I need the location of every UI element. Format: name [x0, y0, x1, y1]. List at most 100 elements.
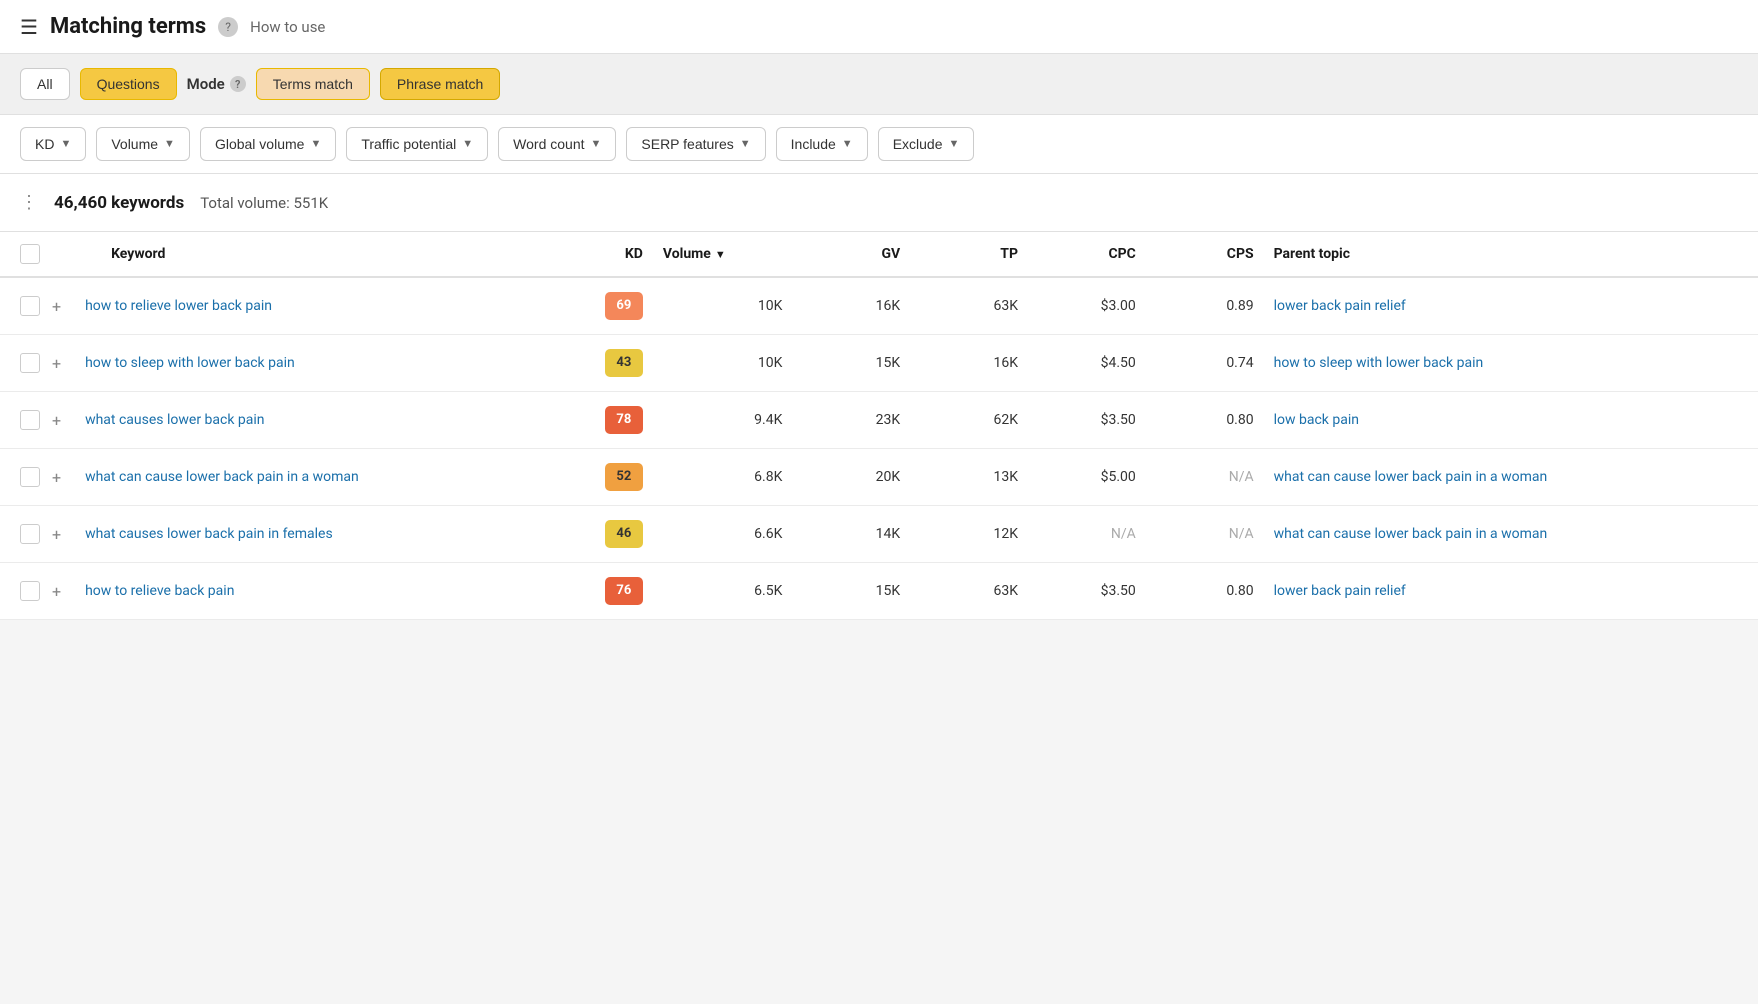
parent-topic-link-0[interactable]: lower back pain relief — [1274, 298, 1406, 314]
cpc-cell-2: $3.50 — [1028, 392, 1146, 449]
mode-label: Mode ? — [187, 75, 246, 93]
parent-topic-link-3[interactable]: what can cause lower back pain in a woma… — [1274, 469, 1548, 485]
add-keyword-button-2[interactable]: + — [48, 409, 65, 432]
questions-filter-button[interactable]: Questions — [80, 68, 177, 100]
header-help-icon[interactable]: ? — [218, 17, 238, 37]
parent-topic-link-5[interactable]: lower back pain relief — [1274, 583, 1406, 599]
volume-cell-1: 10K — [653, 335, 792, 392]
cpc-cell-3: $5.00 — [1028, 449, 1146, 506]
kd-badge-0: 69 — [605, 292, 643, 320]
all-filter-button[interactable]: All — [20, 68, 70, 100]
serp-features-dropdown[interactable]: SERP features ▼ — [626, 127, 765, 161]
tp-cell-4: 12K — [910, 506, 1028, 563]
cpc-cell-1: $4.50 — [1028, 335, 1146, 392]
parent-topic-link-4[interactable]: what can cause lower back pain in a woma… — [1274, 526, 1548, 542]
cpc-cell-0: $3.00 — [1028, 277, 1146, 335]
cps-column-header[interactable]: CPS — [1146, 232, 1264, 277]
global-volume-dropdown[interactable]: Global volume ▼ — [200, 127, 336, 161]
header-bar: ☰ Matching terms ? How to use — [0, 0, 1758, 54]
summary-bar: ⋮ 46,460 keywords Total volume: 551K — [0, 174, 1758, 232]
kd-badge-3: 52 — [605, 463, 643, 491]
row-checkbox-1[interactable] — [20, 353, 40, 373]
kd-badge-4: 46 — [605, 520, 643, 548]
page-title: Matching terms — [50, 14, 206, 39]
word-count-arrow: ▼ — [591, 138, 602, 150]
parent-topic-link-1[interactable]: how to sleep with lower back pain — [1274, 355, 1484, 371]
kd-dropdown[interactable]: KD ▼ — [20, 127, 86, 161]
volume-cell-2: 9.4K — [653, 392, 792, 449]
word-count-dropdown[interactable]: Word count ▼ — [498, 127, 616, 161]
serp-features-arrow: ▼ — [740, 138, 751, 150]
keyword-link-0[interactable]: how to relieve lower back pain — [85, 298, 272, 314]
row-checkbox-3[interactable] — [20, 467, 40, 487]
global-volume-dropdown-arrow: ▼ — [310, 138, 321, 150]
keyword-count: 46,460 keywords — [54, 193, 184, 213]
keyword-link-2[interactable]: what causes lower back pain — [85, 412, 264, 428]
sort-rows-icon[interactable]: ⋮ — [20, 192, 38, 213]
mode-help-icon[interactable]: ? — [230, 76, 246, 92]
volume-dropdown-arrow: ▼ — [164, 138, 175, 150]
parent-topic-column-header[interactable]: Parent topic — [1264, 232, 1758, 277]
row-checkbox-4[interactable] — [20, 524, 40, 544]
gv-cell-3: 20K — [792, 449, 910, 506]
cps-cell-3: N/A — [1146, 449, 1264, 506]
tp-column-header[interactable]: TP — [910, 232, 1028, 277]
keyword-link-4[interactable]: what causes lower back pain in females — [85, 526, 333, 542]
table-row: + how to sleep with lower back pain 43 10K… — [0, 335, 1758, 392]
how-to-use-link[interactable]: How to use — [250, 18, 325, 36]
gv-column-header[interactable]: GV — [792, 232, 910, 277]
table-row: + what causes lower back pain in females… — [0, 506, 1758, 563]
exclude-dropdown[interactable]: Exclude ▼ — [878, 127, 975, 161]
tp-cell-1: 16K — [910, 335, 1028, 392]
keyword-table-container: Keyword KD Volume ▼ GV TP CPC CPS Parent… — [0, 232, 1758, 620]
dropdown-bar: KD ▼ Volume ▼ Global volume ▼ Traffic po… — [0, 115, 1758, 174]
cpc-cell-4: N/A — [1028, 506, 1146, 563]
add-keyword-button-3[interactable]: + — [48, 466, 65, 489]
add-keyword-button-5[interactable]: + — [48, 580, 65, 603]
row-checkbox-5[interactable] — [20, 581, 40, 601]
cpc-column-header[interactable]: CPC — [1028, 232, 1146, 277]
phrase-match-button[interactable]: Phrase match — [380, 68, 500, 100]
volume-cell-5: 6.5K — [653, 563, 792, 620]
cps-cell-2: 0.80 — [1146, 392, 1264, 449]
row-checkbox-0[interactable] — [20, 296, 40, 316]
keyword-table: Keyword KD Volume ▼ GV TP CPC CPS Parent… — [0, 232, 1758, 620]
add-keyword-button-4[interactable]: + — [48, 523, 65, 546]
traffic-potential-dropdown[interactable]: Traffic potential ▼ — [346, 127, 488, 161]
row-checkbox-2[interactable] — [20, 410, 40, 430]
volume-cell-0: 10K — [653, 277, 792, 335]
kd-badge-1: 43 — [605, 349, 643, 377]
terms-match-button[interactable]: Terms match — [256, 68, 370, 100]
keyword-column-header: Keyword — [75, 232, 535, 277]
volume-cell-3: 6.8K — [653, 449, 792, 506]
kd-badge-5: 76 — [605, 577, 643, 605]
select-all-checkbox[interactable] — [20, 244, 40, 264]
tp-cell-3: 13K — [910, 449, 1028, 506]
cps-cell-5: 0.80 — [1146, 563, 1264, 620]
include-dropdown[interactable]: Include ▼ — [776, 127, 868, 161]
add-keyword-button-0[interactable]: + — [48, 295, 65, 318]
kd-dropdown-arrow: ▼ — [60, 138, 71, 150]
cps-cell-4: N/A — [1146, 506, 1264, 563]
keyword-link-3[interactable]: what can cause lower back pain in a woma… — [85, 469, 359, 485]
keyword-link-1[interactable]: how to sleep with lower back pain — [85, 355, 295, 371]
table-row: + what can cause lower back pain in a wo… — [0, 449, 1758, 506]
volume-dropdown[interactable]: Volume ▼ — [96, 127, 190, 161]
table-row: + how to relieve lower back pain6910K16K… — [0, 277, 1758, 335]
kd-column-header[interactable]: KD — [535, 232, 653, 277]
hamburger-icon[interactable]: ☰ — [20, 15, 38, 39]
add-keyword-button-1[interactable]: + — [48, 352, 65, 375]
keyword-link-5[interactable]: how to relieve back pain — [85, 583, 234, 599]
volume-column-header[interactable]: Volume ▼ — [653, 232, 792, 277]
table-header-row: Keyword KD Volume ▼ GV TP CPC CPS Parent… — [0, 232, 1758, 277]
total-volume: Total volume: 551K — [200, 194, 328, 212]
checkbox-header[interactable] — [0, 232, 75, 277]
tp-cell-0: 63K — [910, 277, 1028, 335]
parent-topic-link-2[interactable]: low back pain — [1274, 412, 1359, 428]
tp-cell-2: 62K — [910, 392, 1028, 449]
cps-cell-0: 0.89 — [1146, 277, 1264, 335]
include-arrow: ▼ — [842, 138, 853, 150]
gv-cell-5: 15K — [792, 563, 910, 620]
table-row: + how to relieve back pain766.5K15K63K$3… — [0, 563, 1758, 620]
table-row: + what causes lower back pain789.4K23K62… — [0, 392, 1758, 449]
